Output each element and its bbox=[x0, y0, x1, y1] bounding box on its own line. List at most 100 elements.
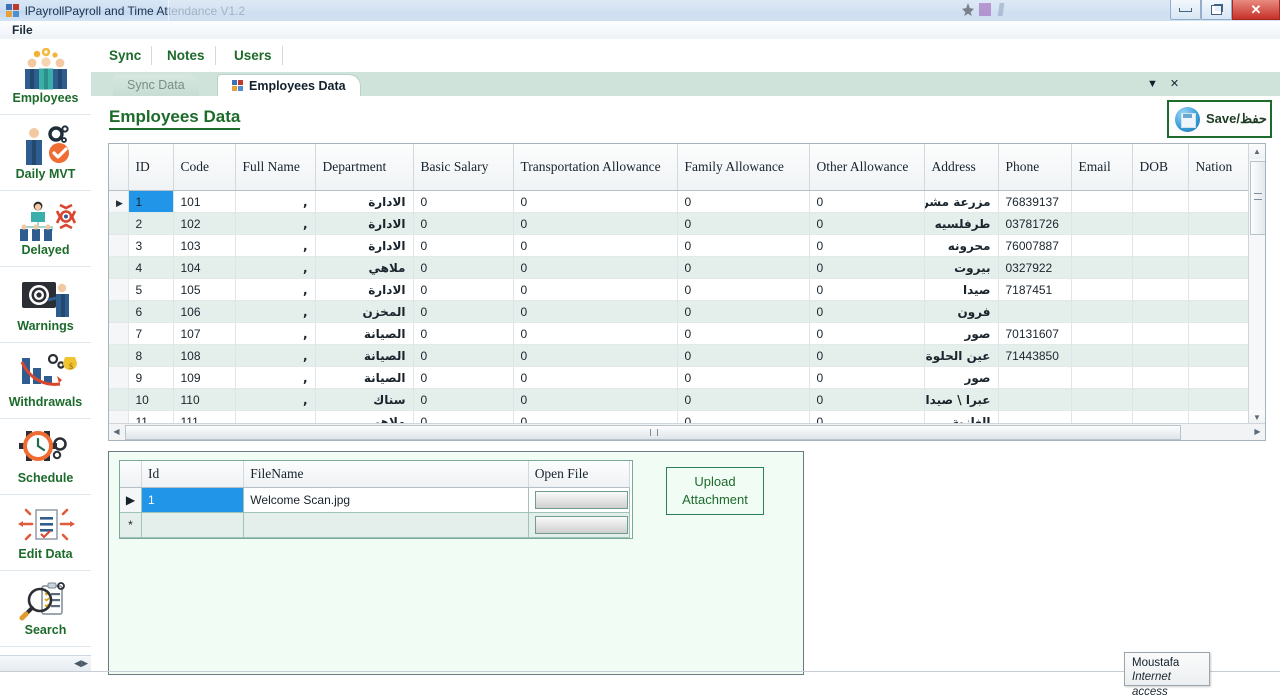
employee-id-cell[interactable]: 8 bbox=[128, 344, 174, 367]
column-header-open-file[interactable]: Open File bbox=[528, 461, 631, 488]
restore-button[interactable] bbox=[1201, 0, 1232, 20]
horizontal-scroll-thumb[interactable] bbox=[125, 425, 1181, 440]
employee-address-cell[interactable]: عين الحلوة bbox=[924, 344, 999, 367]
employee-email-cell[interactable] bbox=[1071, 278, 1133, 301]
row-selector[interactable] bbox=[109, 322, 129, 345]
column-header-dob[interactable]: DOB bbox=[1132, 144, 1189, 191]
employee-transportation-cell[interactable]: 0 bbox=[513, 212, 678, 235]
employee-transportation-cell[interactable]: 0 bbox=[513, 278, 678, 301]
employee-email-cell[interactable] bbox=[1071, 190, 1133, 213]
employee-id-cell[interactable]: 1 bbox=[128, 190, 174, 213]
employee-transportation-cell[interactable]: 0 bbox=[513, 190, 678, 213]
employee-code-cell[interactable]: 103 bbox=[173, 234, 236, 257]
employee-address-cell[interactable]: صيدا bbox=[924, 278, 999, 301]
employee-id-cell[interactable]: 6 bbox=[128, 300, 174, 323]
employee-phone-cell[interactable] bbox=[998, 300, 1072, 323]
minimize-button[interactable] bbox=[1170, 0, 1201, 20]
employee-phone-cell[interactable]: 0327922 bbox=[998, 256, 1072, 279]
employee-family-allowance-cell[interactable]: 0 bbox=[677, 366, 810, 389]
employee-code-cell[interactable]: 105 bbox=[173, 278, 236, 301]
employee-family-allowance-cell[interactable]: 0 bbox=[677, 190, 810, 213]
employee-other-allowance-cell[interactable]: 0 bbox=[809, 190, 925, 213]
employee-other-allowance-cell[interactable]: 0 bbox=[809, 388, 925, 411]
column-header-basic-salary[interactable]: Basic Salary bbox=[413, 144, 514, 191]
employee-basic-salary-cell[interactable]: 0 bbox=[413, 256, 514, 279]
column-header-code[interactable]: Code bbox=[173, 144, 236, 191]
employee-dob-cell[interactable] bbox=[1132, 388, 1189, 411]
tab-sync-data[interactable]: Sync Data bbox=[113, 74, 199, 96]
employee-family-allowance-cell[interactable]: 0 bbox=[677, 300, 810, 323]
employee-fullname-cell[interactable]: , bbox=[235, 300, 316, 323]
employee-basic-salary-cell[interactable]: 0 bbox=[413, 388, 514, 411]
employees-data-grid[interactable]: ID Code Full Name Department Basic Salar… bbox=[108, 143, 1266, 441]
employee-transportation-cell[interactable]: 0 bbox=[513, 234, 678, 257]
employee-code-cell[interactable]: 107 bbox=[173, 322, 236, 345]
table-row[interactable]: 5105,الادارة0000صيدا7187451لبنانية bbox=[109, 278, 1265, 301]
employee-address-cell[interactable]: مزرعة مشرف bbox=[924, 190, 999, 213]
current-row-marker[interactable]: ▶ bbox=[109, 190, 129, 213]
employee-fullname-cell[interactable]: , bbox=[235, 190, 316, 213]
employee-family-allowance-cell[interactable]: 0 bbox=[677, 322, 810, 345]
employee-email-cell[interactable] bbox=[1071, 322, 1133, 345]
employee-dob-cell[interactable] bbox=[1132, 344, 1189, 367]
employee-basic-salary-cell[interactable]: 0 bbox=[413, 344, 514, 367]
employee-basic-salary-cell[interactable]: 0 bbox=[413, 322, 514, 345]
column-header-department[interactable]: Department bbox=[315, 144, 414, 191]
employee-phone-cell[interactable]: 71443850 bbox=[998, 344, 1072, 367]
employee-transportation-cell[interactable]: 0 bbox=[513, 344, 678, 367]
employee-department-cell[interactable]: ملاهي bbox=[315, 256, 414, 279]
employee-dob-cell[interactable] bbox=[1132, 234, 1189, 257]
employee-department-cell[interactable]: الادارة bbox=[315, 212, 414, 235]
column-header-family-allowance[interactable]: Family Allowance bbox=[677, 144, 810, 191]
sidebar-item-warnings[interactable]: Warnings bbox=[0, 267, 91, 343]
sidebar-item-search[interactable]: Search bbox=[0, 571, 91, 647]
employee-other-allowance-cell[interactable]: 0 bbox=[809, 300, 925, 323]
employee-transportation-cell[interactable]: 0 bbox=[513, 366, 678, 389]
employee-address-cell[interactable]: صور bbox=[924, 366, 999, 389]
attachments-grid[interactable]: Id FileName Open File ▶ 1 Welcome Scan.j… bbox=[119, 460, 633, 539]
employee-dob-cell[interactable] bbox=[1132, 212, 1189, 235]
employee-department-cell[interactable]: سناك bbox=[315, 388, 414, 411]
scroll-right-icon[interactable]: ▶ bbox=[1250, 424, 1265, 439]
grid-horizontal-scrollbar[interactable]: ◀ ▶ bbox=[109, 423, 1265, 440]
employee-transportation-cell[interactable]: 0 bbox=[513, 300, 678, 323]
employee-transportation-cell[interactable]: 0 bbox=[513, 388, 678, 411]
attachment-id-cell[interactable]: 1 bbox=[141, 487, 245, 513]
employee-fullname-cell[interactable]: , bbox=[235, 278, 316, 301]
table-row[interactable]: 7107,الصيانة0000صور70131607لبناني bbox=[109, 322, 1265, 345]
employee-id-cell[interactable]: 9 bbox=[128, 366, 174, 389]
employee-department-cell[interactable]: المخزن bbox=[315, 300, 414, 323]
employee-fullname-cell[interactable]: , bbox=[235, 366, 316, 389]
column-header-id[interactable]: ID bbox=[128, 144, 174, 191]
employee-code-cell[interactable]: 109 bbox=[173, 366, 236, 389]
attachment-filename-cell-new[interactable] bbox=[243, 512, 529, 538]
background-window[interactable] bbox=[168, 0, 1179, 22]
attachment-open-cell[interactable] bbox=[528, 487, 631, 513]
attachment-filename-cell[interactable]: Welcome Scan.jpg bbox=[243, 487, 529, 513]
employee-code-cell[interactable]: 106 bbox=[173, 300, 236, 323]
employee-email-cell[interactable] bbox=[1071, 256, 1133, 279]
employee-transportation-cell[interactable]: 0 bbox=[513, 256, 678, 279]
column-header-fullname[interactable]: Full Name bbox=[235, 144, 316, 191]
employee-basic-salary-cell[interactable]: 0 bbox=[413, 190, 514, 213]
attachment-id-cell-new[interactable] bbox=[141, 512, 245, 538]
column-header-email[interactable]: Email bbox=[1071, 144, 1133, 191]
sidebar-item-employees[interactable]: Employees bbox=[0, 39, 91, 115]
grid-vertical-scrollbar[interactable]: ▲ ▼ bbox=[1248, 144, 1265, 425]
employee-id-cell[interactable]: 4 bbox=[128, 256, 174, 279]
employee-fullname-cell[interactable]: , bbox=[235, 388, 316, 411]
employee-address-cell[interactable]: طرفلسيه bbox=[924, 212, 999, 235]
table-row[interactable]: 4104,ملاهي0000بيروت0327922لبناني bbox=[109, 256, 1265, 279]
employee-department-cell[interactable]: الصيانة bbox=[315, 366, 414, 389]
employee-phone-cell[interactable] bbox=[998, 388, 1072, 411]
employee-department-cell[interactable]: الصيانة bbox=[315, 344, 414, 367]
employee-id-cell[interactable]: 3 bbox=[128, 234, 174, 257]
vertical-scroll-thumb[interactable] bbox=[1250, 161, 1265, 235]
employee-fullname-cell[interactable]: , bbox=[235, 322, 316, 345]
tab-close-button[interactable]: ✕ bbox=[1166, 75, 1183, 92]
employee-fullname-cell[interactable]: , bbox=[235, 234, 316, 257]
employee-other-allowance-cell[interactable]: 0 bbox=[809, 234, 925, 257]
employee-other-allowance-cell[interactable]: 0 bbox=[809, 212, 925, 235]
employee-other-allowance-cell[interactable]: 0 bbox=[809, 322, 925, 345]
employee-id-cell[interactable]: 2 bbox=[128, 212, 174, 235]
